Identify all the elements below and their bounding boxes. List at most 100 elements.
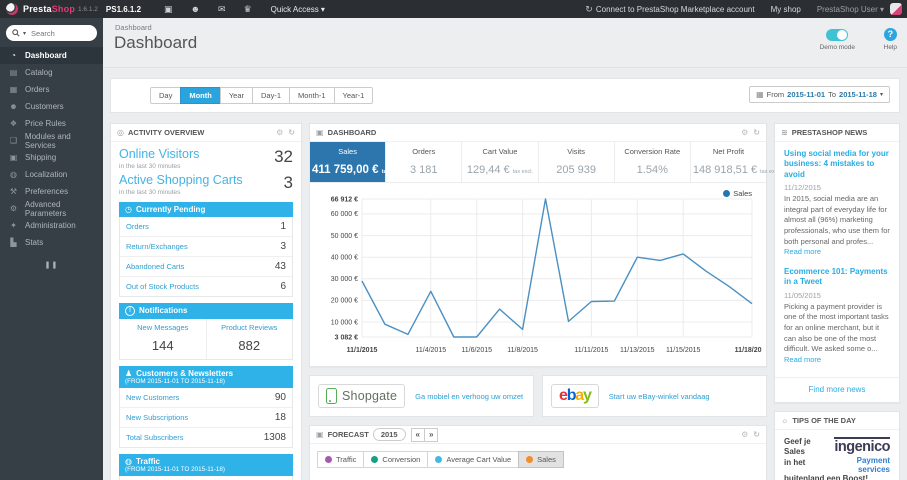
panel-settings-icon[interactable]: ⚙ xyxy=(741,430,748,439)
kpi-orders[interactable]: Orders 3 181 xyxy=(386,142,463,182)
trophy-icon[interactable]: ♛ xyxy=(244,4,252,15)
clock-icon: ◷ xyxy=(125,204,132,214)
search-scope-caret-icon[interactable]: ▾ xyxy=(23,30,26,37)
panel-refresh-icon[interactable]: ↻ xyxy=(288,128,295,137)
forecast-title: FORECAST xyxy=(327,430,369,439)
kpi-conversion-rate[interactable]: Conversion Rate 1.54% xyxy=(615,142,691,182)
svg-text:50 000 €: 50 000 € xyxy=(331,233,358,240)
sales-line-chart: 66 912 € 60 000 € 50 000 € 40 000 € 30 000 €… xyxy=(331,196,770,354)
period-year-button[interactable]: Year xyxy=(219,87,253,104)
read-more-link[interactable]: Read more xyxy=(784,355,821,364)
sidebar-item-localization[interactable]: ◍ Localization xyxy=(0,166,103,183)
sidebar-item-price-rules[interactable]: ❖ Price Rules xyxy=(0,115,103,132)
cart-icon: ▣ xyxy=(316,128,324,137)
article-title-link[interactable]: Ecommerce 101: Payments in a Tweet xyxy=(784,267,890,288)
kpi-sales[interactable]: Sales 411 759,00 € tax excl. xyxy=(310,142,403,182)
sidebar-item-advanced-parameters[interactable]: ⚙ Advanced Parameters xyxy=(0,200,103,218)
svg-text:11/13/2015: 11/13/2015 xyxy=(620,347,655,354)
panel-refresh-icon[interactable]: ↻ xyxy=(753,128,760,137)
quick-access-menu[interactable]: Quick Access ▾ xyxy=(271,5,325,14)
pending-orders-link[interactable]: Orders xyxy=(126,222,149,231)
envelope-icon[interactable]: ✉ xyxy=(218,4,226,15)
notifications-box: New Messages 144 Product Reviews 882 xyxy=(119,318,293,360)
main-content: Dashboard Dashboard Demo mode ? Help Day… xyxy=(103,18,907,480)
marketplace-link[interactable]: ↻ Connect to PrestaShop Marketplace accou… xyxy=(585,4,754,15)
pending-returns-link[interactable]: Return/Exchanges xyxy=(126,242,188,251)
search-input[interactable] xyxy=(29,27,86,39)
sidebar-item-stats[interactable]: ▙ Stats xyxy=(0,234,103,251)
gears-icon: ⚙ xyxy=(9,204,18,213)
new-subscriptions-link[interactable]: New Subscriptions xyxy=(126,413,188,422)
period-month-1-button[interactable]: Month-1 xyxy=(289,87,335,104)
breadcrumb[interactable]: Dashboard xyxy=(115,23,152,32)
user-avatar[interactable] xyxy=(890,3,902,15)
activity-overview-panel: ◎ ACTIVITY OVERVIEW ⚙ ↻ Online Visitors i… xyxy=(110,123,302,480)
period-month-button[interactable]: Month xyxy=(180,87,221,104)
ebay-promo-link[interactable]: Start uw eBay-winkel vandaag xyxy=(609,392,710,401)
sidebar-item-orders[interactable]: ▦ Orders xyxy=(0,81,103,98)
globe-icon: ◍ xyxy=(10,170,17,179)
chevron-down-icon: ▾ xyxy=(879,92,883,98)
svg-text:11/15/2015: 11/15/2015 xyxy=(666,347,701,354)
out-of-stock-link[interactable]: Out of Stock Products xyxy=(126,282,199,291)
period-year-1-button[interactable]: Year-1 xyxy=(333,87,374,104)
next-year-icon[interactable]: » xyxy=(423,427,439,442)
person-icon[interactable]: ☻ xyxy=(191,4,200,14)
shop-name: PS1.6.1.2 xyxy=(105,4,142,14)
svg-text:10 000 €: 10 000 € xyxy=(331,319,358,326)
kpi-net-profit[interactable]: Net Profit 148 918,51 € tax excl. xyxy=(691,142,780,182)
cart-icon[interactable]: ▣ xyxy=(164,4,173,15)
new-messages-value: 144 xyxy=(151,337,174,353)
product-reviews-value: 882 xyxy=(238,337,261,353)
read-more-link[interactable]: Read more xyxy=(784,247,821,256)
sidebar-item-dashboard[interactable]: ◔ Dashboard xyxy=(0,47,103,64)
rss-icon: ≋ xyxy=(781,128,788,137)
panel-refresh-icon[interactable]: ↻ xyxy=(753,430,760,439)
period-day-1-button[interactable]: Day-1 xyxy=(252,87,291,104)
article-title-link[interactable]: Using social media for your business: 4 … xyxy=(784,149,890,180)
new-customers-link[interactable]: New Customers xyxy=(126,393,179,402)
sidebar: ▾ ◔Dashboard ▤Catalog ▦Orders ☻Customers… xyxy=(0,18,103,480)
period-buttons: Day Month Year Day-1 Month-1 Year-1 xyxy=(150,87,374,104)
shopgate-promo-link[interactable]: Ga mobiel en verhoog uw omzet xyxy=(415,392,523,401)
sidebar-item-preferences[interactable]: ⚒ Preferences xyxy=(0,183,103,200)
sidebar-item-administration[interactable]: ✦ Administration xyxy=(0,217,103,234)
product-reviews-link[interactable]: Product Reviews xyxy=(209,323,291,332)
tab-conversion[interactable]: Conversion xyxy=(363,451,429,468)
forecast-year[interactable]: 2015 xyxy=(372,428,406,441)
tab-average-cart-value[interactable]: Average Cart Value xyxy=(427,451,520,468)
sidebar-collapse-icon[interactable]: ❚❚ xyxy=(0,261,103,269)
online-visitors-link[interactable]: Online Visitors xyxy=(119,147,199,162)
online-visitors-metric: Online Visitors in the last 30 minutes 3… xyxy=(119,147,293,170)
tab-traffic[interactable]: Traffic xyxy=(317,451,365,468)
sidebar-item-customers[interactable]: ☻ Customers xyxy=(0,98,103,115)
new-messages-link[interactable]: New Messages xyxy=(122,323,204,332)
article-excerpt: In 2015, social media are an integral pa… xyxy=(784,194,890,257)
total-subscribers-link[interactable]: Total Subscribers xyxy=(126,433,184,442)
sidebar-item-shipping[interactable]: ▣ Shipping xyxy=(0,149,103,166)
date-filter-bar: Day Month Year Day-1 Month-1 Year-1 ▦ Fr… xyxy=(110,78,900,113)
user-menu[interactable]: PrestaShop User ▾ xyxy=(817,5,884,14)
active-carts-link[interactable]: Active Shopping Carts xyxy=(119,173,243,188)
previous-year-icon[interactable]: « xyxy=(410,427,425,442)
period-day-button[interactable]: Day xyxy=(150,87,182,104)
kpi-visits[interactable]: Visits 205 939 xyxy=(539,142,615,182)
sidebar-item-catalog[interactable]: ▤ Catalog xyxy=(0,64,103,81)
abandoned-carts-link[interactable]: Abandoned Carts xyxy=(126,262,184,271)
help-icon[interactable]: ? xyxy=(883,28,897,41)
help-label: Help xyxy=(883,44,897,51)
panel-settings-icon[interactable]: ⚙ xyxy=(276,128,283,137)
chart-legend[interactable]: Sales xyxy=(723,189,752,198)
demo-mode-toggle[interactable] xyxy=(826,29,849,41)
date-range-picker[interactable]: ▦ From 2015-11-01 To 2015-11-18 ▾ xyxy=(749,86,890,103)
tab-sales[interactable]: Sales xyxy=(518,451,564,468)
svg-text:30 000 €: 30 000 € xyxy=(331,276,358,283)
panel-settings-icon[interactable]: ⚙ xyxy=(741,128,748,137)
find-more-news-link[interactable]: Find more news xyxy=(775,376,899,402)
active-carts-value: 3 xyxy=(283,172,293,192)
my-shop-link[interactable]: My shop xyxy=(771,5,801,14)
kpi-cart-value[interactable]: Cart Value 129,44 € tax excl. xyxy=(462,142,539,182)
topbar-right: ↻ Connect to PrestaShop Marketplace accou… xyxy=(585,3,907,15)
svg-text:11/6/2015: 11/6/2015 xyxy=(461,347,492,354)
sidebar-item-modules[interactable]: ❑ Modules and Services xyxy=(0,132,103,150)
